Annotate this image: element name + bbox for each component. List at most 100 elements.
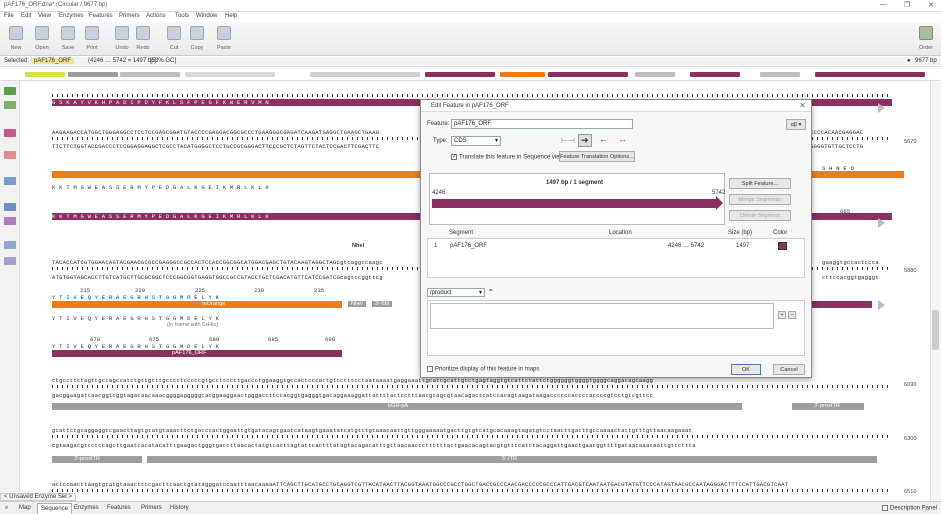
new-icon — [9, 26, 23, 40]
map-feature[interactable] — [120, 72, 180, 77]
cancel-button[interactable]: Cancel — [773, 364, 805, 375]
description-panel-toggle[interactable]: Description Panel — [882, 505, 937, 512]
open-button[interactable]: Open — [30, 26, 54, 51]
map-feature-morange[interactable] — [500, 72, 545, 77]
segment-arrow-icon — [716, 196, 723, 210]
minimize-icon[interactable]: — — [880, 1, 887, 8]
ok-button[interactable]: OK — [731, 364, 761, 375]
map-feature[interactable] — [760, 72, 800, 77]
gutter-icon[interactable] — [4, 203, 16, 211]
map-feature[interactable] — [635, 72, 675, 77]
gutter-icon[interactable] — [4, 101, 16, 109]
translation-options-button[interactable]: Feature Translation Options... — [559, 151, 635, 162]
reverse-direction-icon[interactable]: ← — [599, 134, 608, 144]
tab-features[interactable]: Features — [107, 505, 131, 511]
gutter-icon[interactable] — [4, 257, 16, 265]
map-feature[interactable] — [310, 72, 420, 77]
segment-name[interactable]: pAF176_ORF — [450, 243, 487, 249]
tab-primers[interactable]: Primers — [141, 505, 162, 511]
type-select[interactable]: CDS ▾ — [451, 136, 501, 146]
print-button[interactable]: Print — [80, 26, 104, 51]
remove-qualifier-button[interactable]: − — [788, 311, 796, 319]
new-button[interactable]: New — [4, 26, 28, 51]
enzyme-set-selector[interactable]: < Unsaved Enzyme Set > — [0, 493, 77, 501]
position-tick: 225 — [195, 287, 206, 294]
menu-features[interactable]: Features — [89, 13, 113, 19]
menu-window[interactable]: Window — [196, 13, 217, 19]
cart-icon — [919, 26, 933, 40]
close-icon[interactable]: ✕ — [928, 1, 934, 9]
order-button[interactable]: Order — [914, 26, 938, 51]
translate-checkbox[interactable]: ✓ — [451, 154, 457, 160]
feature-label: mOrange — [202, 301, 226, 307]
feature-name-input[interactable]: pAF176_ORF — [451, 119, 633, 129]
prioritize-checkbox[interactable] — [427, 366, 433, 372]
gutter-icon[interactable] — [4, 129, 16, 137]
menu-edit[interactable]: Edit — [21, 13, 31, 19]
no-direction-icon[interactable]: ⊢⊣ — [561, 136, 575, 145]
menu-file[interactable]: File — [4, 13, 14, 19]
menu-enzymes[interactable]: Enzymes — [59, 13, 84, 19]
orf-feature-bar[interactable] — [812, 301, 872, 308]
gutter-icon[interactable] — [4, 217, 16, 225]
save-button[interactable]: Save — [56, 26, 80, 51]
gutter-icon[interactable] — [4, 87, 16, 95]
map-feature[interactable] — [25, 72, 65, 77]
menu-view[interactable]: View — [38, 13, 51, 19]
nhe-feature-box[interactable]: NheI — [348, 301, 366, 307]
map-feature[interactable] — [690, 72, 740, 77]
tab-history[interactable]: History — [170, 505, 189, 511]
split-feature-button[interactable]: Split Feature... — [729, 178, 791, 189]
segment-color-swatch[interactable] — [778, 242, 787, 250]
delete-segment-button[interactable]: Delete Segment — [729, 210, 791, 221]
tab-map[interactable]: Map — [19, 505, 31, 511]
map-feature[interactable] — [815, 72, 925, 77]
map-feature[interactable] — [68, 72, 118, 77]
add-qualifier-button[interactable]: + — [778, 311, 786, 319]
redo-button[interactable]: Redo — [131, 26, 155, 51]
gutter-icon[interactable] — [4, 241, 16, 249]
map-feature[interactable] — [548, 72, 628, 77]
symbol-menu-button[interactable]: αβ ▾ — [786, 119, 806, 130]
menu-help[interactable]: Help — [225, 13, 237, 19]
menu-tools[interactable]: Tools — [175, 13, 189, 19]
tab-enzymes[interactable]: Enzymes — [74, 505, 99, 511]
position-tick: 680 — [209, 336, 220, 343]
paste-button[interactable]: Paste — [212, 26, 236, 51]
forward-direction-icon[interactable]: ➔ — [578, 134, 592, 147]
cut-button[interactable]: Cut — [162, 26, 186, 51]
map-feature[interactable] — [185, 72, 275, 77]
merge-segments-button[interactable]: Merge Segments — [729, 194, 791, 205]
feature-label: 3'-proxITR — [74, 456, 100, 462]
menu-primers[interactable]: Primers — [119, 13, 140, 19]
tab-sequence[interactable]: Sequence — [37, 503, 73, 514]
scroll-thumb[interactable] — [932, 310, 939, 350]
prioritize-checkbox-row[interactable]: Prioritize display of this feature in ma… — [427, 366, 539, 373]
copy-button[interactable]: Copy — [185, 26, 209, 51]
morange-feature-bar[interactable] — [52, 301, 342, 308]
qualifier-select[interactable]: /product ▾ — [427, 288, 485, 297]
maximize-icon[interactable]: ❐ — [904, 1, 910, 9]
dna-top-strand: TACACCATCGTGGAACAGTACGAACGCGCCGAGGGCCGCC… — [52, 259, 383, 266]
qualifier-value-area[interactable]: + − — [427, 300, 805, 356]
linear-map-bar[interactable] — [0, 67, 941, 81]
selection-feature[interactable]: pAF176_ORF — [31, 58, 75, 64]
checkbox[interactable] — [882, 505, 888, 511]
gutter-icon[interactable] — [4, 151, 16, 159]
open-icon — [35, 26, 49, 40]
feature-arrow-icon — [878, 218, 885, 228]
gutter-icon[interactable] — [4, 177, 16, 185]
segment-bar[interactable] — [432, 199, 716, 208]
sfi-feature-box[interactable]: 3'-SfiI — [372, 301, 393, 307]
vertical-scrollbar[interactable] — [930, 81, 941, 501]
qualifier-value-input[interactable] — [430, 303, 774, 329]
close-icon[interactable]: ✕ — [799, 101, 806, 110]
translate-checkbox-row[interactable]: ✓ Translate this feature in Sequence view — [451, 154, 564, 161]
search-icon[interactable]: ⌕ — [5, 505, 8, 512]
segment-table: 1 pAF176_ORF 4246 … 5742 1497 — [427, 238, 805, 278]
segment-location[interactable]: 4246 … 5742 — [668, 243, 704, 249]
bidirectional-icon[interactable]: ↔ — [618, 134, 627, 144]
map-feature-orf[interactable] — [425, 72, 495, 77]
enzyme-site-label[interactable]: NheI — [352, 243, 364, 249]
menu-actions[interactable]: Actions — [146, 13, 166, 19]
